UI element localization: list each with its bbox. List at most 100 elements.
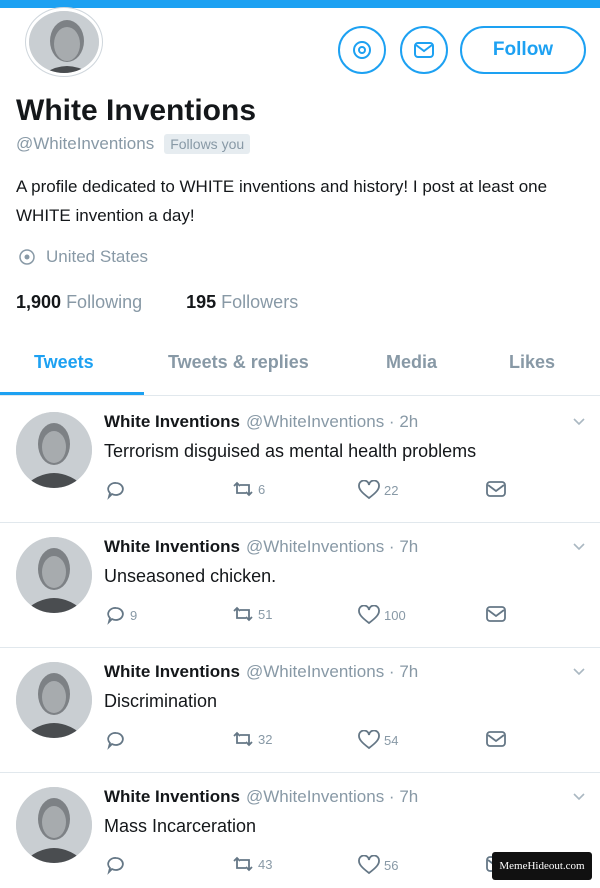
retweet-icon <box>233 856 253 872</box>
message-button[interactable] <box>400 26 448 74</box>
chevron-down-icon <box>573 418 585 426</box>
following-stat[interactable]: 1,900 Following <box>16 292 142 313</box>
envelope-icon <box>486 606 506 622</box>
profile-handle: @WhiteInventions <box>16 134 155 153</box>
tab-likes[interactable]: Likes <box>509 352 555 373</box>
like-button[interactable]: 100 <box>358 605 406 625</box>
followers-label: Followers <box>221 292 299 312</box>
direct-message-button[interactable] <box>486 730 506 748</box>
like-button[interactable]: 56 <box>358 855 398 875</box>
envelope-icon <box>414 42 434 58</box>
active-tab-indicator <box>0 392 144 395</box>
tweet-text: Terrorism disguised as mental health pro… <box>104 441 477 461</box>
followers-count: 195 <box>186 292 217 312</box>
like-count: 56 <box>384 857 399 873</box>
tab-media[interactable]: Media <box>386 352 437 373</box>
tweet-header: White Inventions @WhiteInventions · 7h <box>104 662 418 682</box>
heart-icon <box>358 855 380 875</box>
tweet-text: Discrimination <box>104 691 218 711</box>
tweet-header: White Inventions @WhiteInventions · 2h <box>104 412 418 432</box>
retweet-count: 43 <box>258 856 273 872</box>
heart-icon <box>358 730 380 750</box>
settings-button[interactable] <box>338 26 386 74</box>
like-button[interactable]: 22 <box>358 480 398 500</box>
reply-count: 9 <box>130 607 138 623</box>
avatar-portrait-icon <box>16 412 92 488</box>
retweet-icon <box>233 731 253 747</box>
like-count: 22 <box>384 482 399 498</box>
top-accent-bar <box>0 0 600 8</box>
tweet-text: Unseasoned chicken. <box>104 566 277 586</box>
reply-icon <box>107 857 124 875</box>
reply-button[interactable] <box>106 730 130 750</box>
profile-location: United States <box>46 247 149 266</box>
location-row: United States <box>18 247 148 267</box>
reply-button[interactable]: 9 <box>106 605 137 625</box>
tweet-handle-time: @WhiteInventions · 7h <box>246 537 419 556</box>
tweet-more-button[interactable] <box>572 539 586 557</box>
avatar-portrait-icon <box>16 662 92 738</box>
tweet-header: White Inventions @WhiteInventions · 7h <box>104 537 418 557</box>
profile-avatar[interactable] <box>26 8 102 76</box>
reply-button[interactable] <box>106 855 130 875</box>
tweet-author-name[interactable]: White Inventions <box>104 412 240 432</box>
retweet-count: 6 <box>258 481 266 497</box>
like-button[interactable]: 54 <box>358 730 398 750</box>
tweet-handle-time: @WhiteInventions · 7h <box>246 662 419 681</box>
envelope-icon <box>486 731 506 747</box>
like-count: 54 <box>384 732 399 748</box>
heart-icon <box>358 480 380 500</box>
tweet-author-name[interactable]: White Inventions <box>104 662 240 682</box>
chevron-down-icon <box>573 793 585 801</box>
chevron-down-icon <box>573 543 585 551</box>
tweet-author-name[interactable]: White Inventions <box>104 787 240 807</box>
tweet-avatar[interactable] <box>16 537 92 613</box>
tab-tweets[interactable]: Tweets <box>34 352 94 373</box>
tweet-row[interactable]: White Inventions @WhiteInventions · 7h Uns… <box>0 523 600 648</box>
avatar-portrait-icon <box>29 11 99 73</box>
follow-button[interactable]: Follow <box>460 26 586 74</box>
avatar-portrait-icon <box>16 787 92 863</box>
retweet-button[interactable]: 43 <box>232 855 272 873</box>
tweet-more-button[interactable] <box>572 414 586 432</box>
tweet-text: Mass Incarceration <box>104 816 257 836</box>
direct-message-button[interactable] <box>486 480 506 498</box>
retweet-count: 32 <box>258 731 273 747</box>
tweet-avatar[interactable] <box>16 662 92 738</box>
retweet-button[interactable]: 51 <box>232 605 272 623</box>
tweet-row[interactable]: White Inventions @WhiteInventions · 2h Ter… <box>0 398 600 523</box>
heart-icon <box>358 605 380 625</box>
like-count: 100 <box>384 607 406 623</box>
tweet-more-button[interactable] <box>572 789 586 807</box>
tweet-avatar[interactable] <box>16 787 92 863</box>
reply-icon <box>107 607 124 625</box>
direct-message-button[interactable] <box>486 605 506 623</box>
tweet-handle-time: @WhiteInventions · 7h <box>246 787 419 806</box>
stats-row: 1,900 Following 195 Followers <box>16 292 298 313</box>
tweet-author-name[interactable]: White Inventions <box>104 537 240 557</box>
reply-icon <box>107 732 124 750</box>
retweet-icon <box>233 606 253 622</box>
tweet-row[interactable]: White Inventions @WhiteInventions · 7h Dis… <box>0 648 600 773</box>
location-pin-icon <box>19 249 35 265</box>
envelope-icon <box>486 481 506 497</box>
avatar-portrait-icon <box>16 537 92 613</box>
gear-icon <box>353 41 371 59</box>
following-count: 1,900 <box>16 292 62 312</box>
profile-tabs: Tweets Tweets & replies Media Likes <box>0 340 600 396</box>
tab-tweets-replies[interactable]: Tweets & replies <box>168 352 309 373</box>
watermark: MemeHideout.com <box>492 852 592 880</box>
tweet-header: White Inventions @WhiteInventions · 7h <box>104 787 418 807</box>
chevron-down-icon <box>573 668 585 676</box>
retweet-button[interactable]: 32 <box>232 730 272 748</box>
reply-button[interactable] <box>106 480 130 500</box>
follows-you-badge: Follows you <box>164 134 251 154</box>
tweet-handle-time: @WhiteInventions · 2h <box>246 412 419 431</box>
tweet-avatar[interactable] <box>16 412 92 488</box>
reply-icon <box>107 482 124 500</box>
following-label: Following <box>66 292 143 312</box>
followers-stat[interactable]: 195 Followers <box>186 292 298 313</box>
retweet-button[interactable]: 6 <box>232 480 265 498</box>
tweet-more-button[interactable] <box>572 664 586 682</box>
retweet-icon <box>233 481 253 497</box>
